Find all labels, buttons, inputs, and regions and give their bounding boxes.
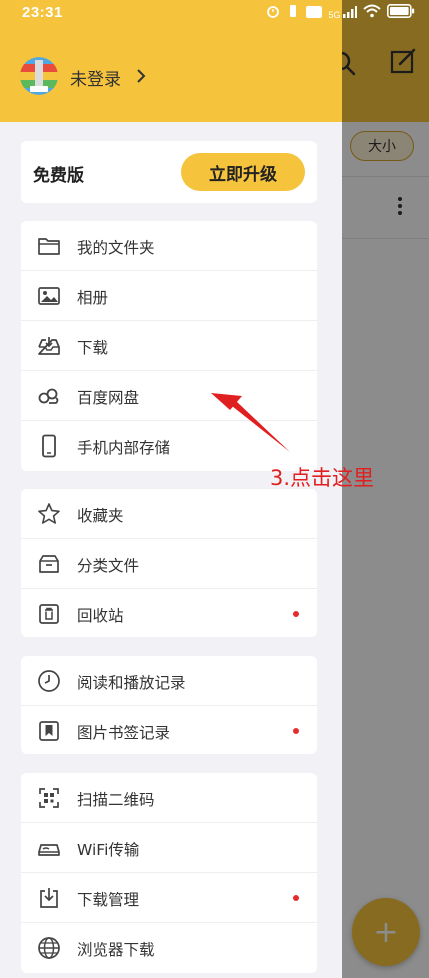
phone-icon [37,434,61,458]
menu-item-label: WiFi传输 [77,841,140,859]
menu-item-browser-download[interactable]: 浏览器下载 [21,923,317,973]
menu-item-label: 图片书签记录 [77,724,171,742]
menu-item-label: 扫描二维码 [77,791,155,809]
status-icons: 5G [266,4,415,22]
menu-item-label: 下载 [77,339,109,357]
menu-item-image-bookmarks[interactable]: 图片书签记录 [21,706,317,756]
folder-icon [37,234,61,258]
baidu-netdisk-icon [37,384,61,408]
notification-dot [293,895,299,901]
menu-item-label: 相册 [77,289,109,307]
vip-plan-label: 免费版 [33,166,84,186]
alarm-icon [266,4,280,22]
upgrade-button[interactable]: 立即升级 [181,153,305,191]
menu-item-label: 收藏夹 [77,507,124,525]
menu-item-label: 阅读和播放记录 [77,674,186,692]
notification-dot [293,728,299,734]
status-bar: 23:31 5G [0,0,429,26]
globe-icon [37,936,61,960]
bookmark-icon [37,719,61,743]
menu-item-label: 我的文件夹 [77,239,155,257]
download-tray-icon [37,334,61,358]
login-status-text[interactable]: 未登录 [70,65,121,90]
menu-item-scan-qr[interactable]: 扫描二维码 [21,773,317,823]
menu-item-label: 百度网盘 [77,389,140,407]
star-icon [37,502,61,526]
chevron-right-icon[interactable] [135,68,147,84]
menu-item-categories[interactable]: 分类文件 [21,539,317,589]
battery-icon [387,4,415,22]
clock-icon [37,669,61,693]
notification-dot [293,611,299,617]
menu-item-baidu-netdisk[interactable]: 百度网盘 [21,371,317,421]
menu-item-download-manager[interactable]: 下载管理 [21,873,317,923]
menu-group-storage: 我的文件夹 相册 下载 百度网盘 手机内部存储 [21,221,317,471]
annotation-text: 3.点击这里 [270,466,375,490]
archive-box-icon [37,552,61,576]
image-icon [37,284,61,308]
signal-icon: 5G [328,6,357,20]
menu-item-recycle-bin[interactable]: 回收站 [21,589,317,639]
app-logo-avatar[interactable] [20,57,58,95]
menu-item-label: 回收站 [77,607,124,625]
menu-group-collections: 收藏夹 分类文件 回收站 [21,489,317,637]
menu-item-label: 分类文件 [77,557,140,575]
vip-card: 免费版 立即升级 [21,141,317,203]
status-time: 23:31 [22,4,63,21]
vibrate-icon [286,4,300,22]
menu-item-my-folders[interactable]: 我的文件夹 [21,221,317,271]
download-manager-icon [37,886,61,910]
menu-item-favorites[interactable]: 收藏夹 [21,489,317,539]
menu-group-tools: 扫描二维码 WiFi传输 下载管理 浏览器下载 [21,773,317,973]
menu-item-label: 浏览器下载 [77,941,155,959]
hd-icon [306,5,323,22]
menu-item-wifi-transfer[interactable]: WiFi传输 [21,823,317,873]
menu-item-label: 手机内部存储 [77,439,171,457]
menu-item-downloads[interactable]: 下载 [21,321,317,371]
menu-item-read-play-history[interactable]: 阅读和播放记录 [21,656,317,706]
wifi-icon [363,4,381,22]
menu-group-history: 阅读和播放记录 图片书签记录 [21,656,317,754]
menu-item-label: 下载管理 [77,891,140,909]
wifi-transfer-icon [37,836,61,860]
menu-item-album[interactable]: 相册 [21,271,317,321]
qr-scan-icon [37,786,61,810]
trash-icon [37,602,61,626]
